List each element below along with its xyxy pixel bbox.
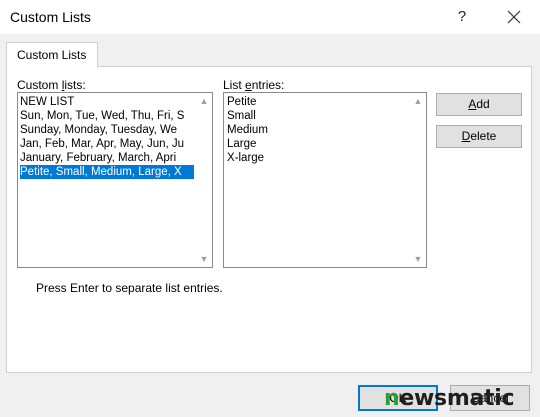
- add-button[interactable]: Add: [436, 93, 522, 116]
- scroll-up-icon[interactable]: ▲: [410, 93, 426, 109]
- list-entries-label-accel: e: [245, 78, 252, 92]
- custom-lists-scrollbar[interactable]: ▲ ▼: [196, 93, 212, 267]
- list-item-selected[interactable]: Petite, Small, Medium, Large, X: [20, 165, 194, 179]
- list-entries-label: List entries:: [223, 78, 284, 92]
- custom-lists-label-prefix: Custom: [17, 78, 62, 92]
- list-entry: Small: [227, 110, 256, 122]
- watermark-rest: ewsmatic: [399, 386, 515, 411]
- add-button-rest: dd: [476, 97, 490, 111]
- hint-text: Press Enter to separate list entries.: [36, 281, 223, 295]
- scroll-down-icon[interactable]: ▼: [410, 251, 426, 267]
- list-entries-label-prefix: List: [223, 78, 246, 92]
- tab-custom-lists[interactable]: Custom Lists: [6, 42, 98, 68]
- delete-button[interactable]: Delete: [436, 125, 522, 148]
- list-entry: Large: [227, 138, 257, 150]
- list-entries-label-suffix: ntries:: [251, 78, 285, 92]
- delete-button-accel: D: [461, 129, 471, 143]
- scroll-up-icon[interactable]: ▲: [196, 93, 212, 109]
- custom-lists-dialog: Custom Lists ? Custom Lists Custom lists…: [0, 0, 540, 417]
- list-item[interactable]: Jan, Feb, Mar, Apr, May, Jun, Ju: [20, 137, 184, 151]
- close-icon: [507, 10, 521, 24]
- list-entry: X-large: [227, 152, 265, 164]
- list-item[interactable]: Sun, Mon, Tue, Wed, Thu, Fri, S: [20, 109, 184, 123]
- list-entries-textbox[interactable]: Petite Small Medium Large X-large ▲ ▼: [223, 92, 427, 268]
- close-button[interactable]: [494, 3, 534, 31]
- scroll-down-icon[interactable]: ▼: [196, 251, 212, 267]
- dialog-title: Custom Lists: [10, 9, 91, 25]
- custom-lists-label: Custom lists:: [17, 78, 86, 92]
- list-item[interactable]: NEW LIST: [20, 95, 74, 109]
- title-bar: Custom Lists ?: [0, 0, 540, 34]
- list-entry: Medium: [227, 124, 268, 136]
- list-entries-scrollbar[interactable]: ▲ ▼: [410, 93, 426, 267]
- list-entry: Petite: [227, 96, 257, 108]
- custom-lists-label-suffix: ists:: [64, 78, 86, 92]
- delete-button-rest: elete: [470, 129, 497, 143]
- watermark-first-letter: n: [384, 386, 400, 411]
- help-button[interactable]: ?: [447, 3, 477, 31]
- list-item[interactable]: January, February, March, Apri: [20, 151, 176, 165]
- newsmatic-watermark: newsmatic: [384, 384, 514, 414]
- list-item[interactable]: Sunday, Monday, Tuesday, We: [20, 123, 177, 137]
- custom-lists-listbox[interactable]: NEW LIST Sun, Mon, Tue, Wed, Thu, Fri, S…: [17, 92, 213, 268]
